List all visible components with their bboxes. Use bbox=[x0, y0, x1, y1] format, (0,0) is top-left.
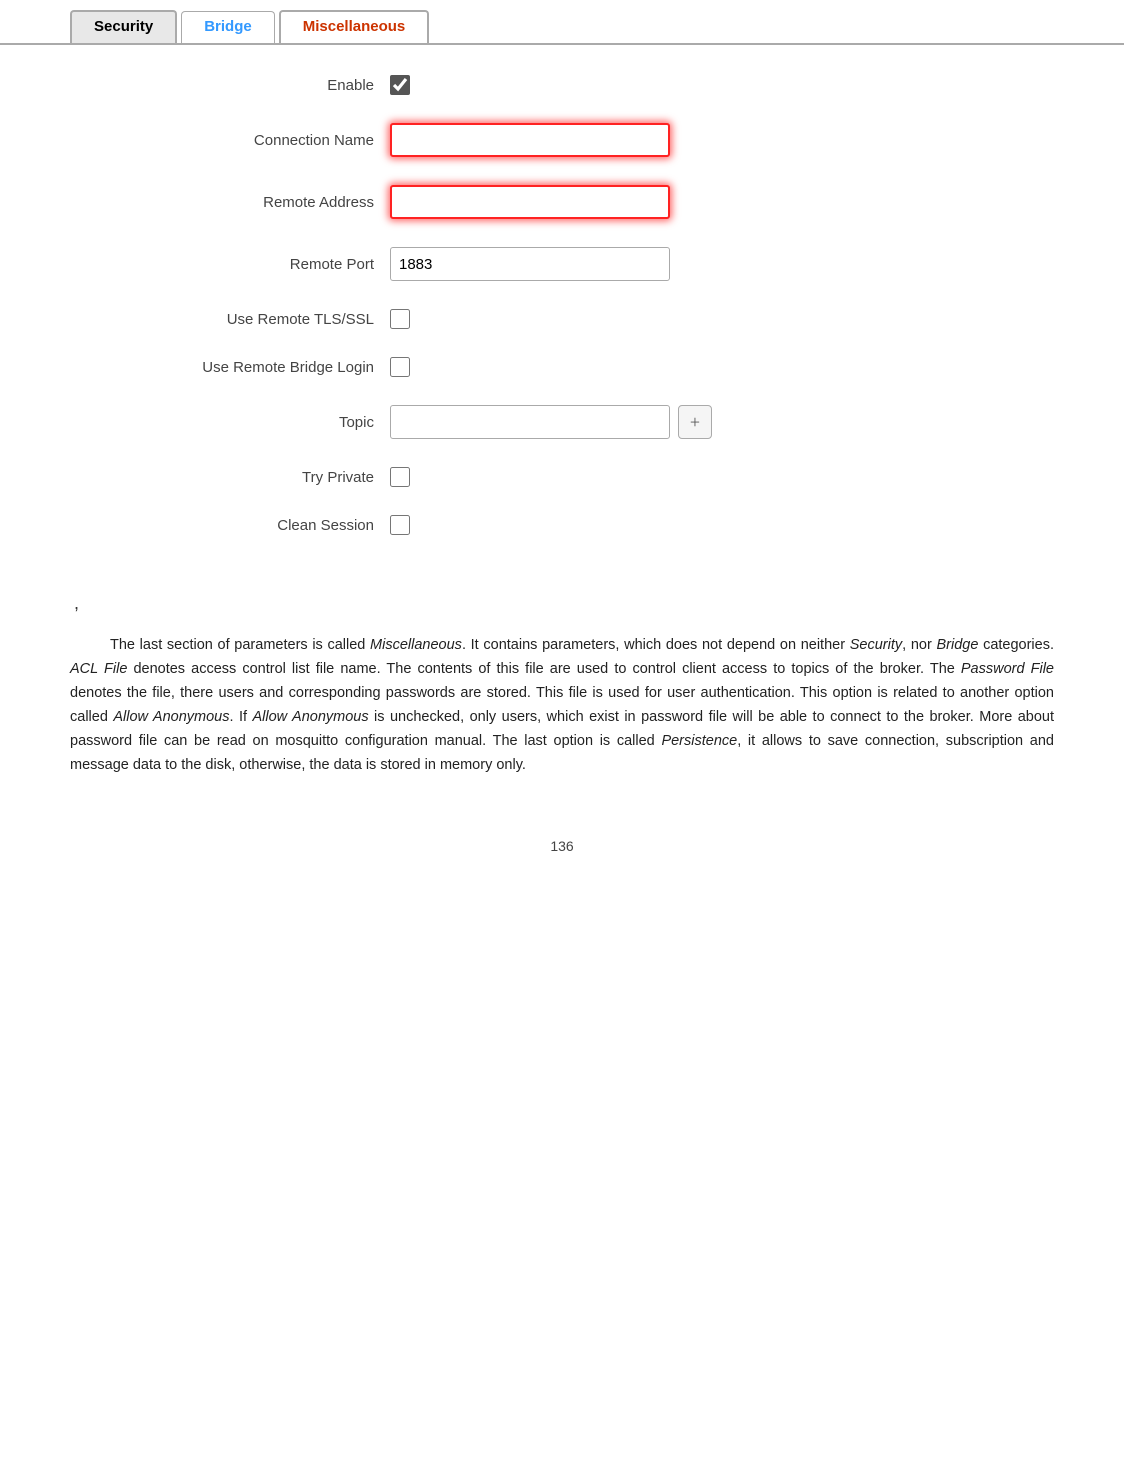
label-try-private: Try Private bbox=[70, 469, 390, 486]
form-area: Enable Connection Name Remote Address Re… bbox=[0, 45, 1124, 593]
input-topic[interactable] bbox=[390, 405, 670, 439]
input-connection-name[interactable] bbox=[390, 123, 670, 157]
form-row-remote-port: Remote Port bbox=[70, 247, 1054, 281]
control-try-private bbox=[390, 467, 410, 487]
control-connection-name bbox=[390, 123, 670, 157]
add-topic-button[interactable]: + bbox=[678, 405, 712, 439]
label-tls: Use Remote TLS/SSL bbox=[70, 311, 390, 328]
tab-miscellaneous[interactable]: Miscellaneous bbox=[279, 10, 430, 43]
control-remote-port bbox=[390, 247, 670, 281]
control-bridge-login bbox=[390, 357, 410, 377]
form-row-try-private: Try Private bbox=[70, 467, 1054, 487]
input-remote-address[interactable] bbox=[390, 185, 670, 219]
tab-bridge[interactable]: Bridge bbox=[181, 11, 275, 43]
plus-icon: + bbox=[690, 412, 700, 433]
body-text-area: The last section of parameters is called… bbox=[0, 624, 1124, 798]
checkbox-bridge-login[interactable] bbox=[390, 357, 410, 377]
tab-bar: Security Bridge Miscellaneous bbox=[0, 0, 1124, 45]
checkbox-try-private[interactable] bbox=[390, 467, 410, 487]
label-connection-name: Connection Name bbox=[70, 132, 390, 149]
checkbox-enable[interactable] bbox=[390, 75, 410, 95]
label-enable: Enable bbox=[70, 77, 390, 94]
control-clean-session bbox=[390, 515, 410, 535]
input-remote-port[interactable] bbox=[390, 247, 670, 281]
label-remote-port: Remote Port bbox=[70, 256, 390, 273]
form-row-topic: Topic + bbox=[70, 405, 1054, 439]
tab-security[interactable]: Security bbox=[70, 10, 177, 43]
form-row-connection-name: Connection Name bbox=[70, 123, 1054, 157]
comma-separator: , bbox=[0, 593, 1124, 624]
checkbox-clean-session[interactable] bbox=[390, 515, 410, 535]
form-row-clean-session: Clean Session bbox=[70, 515, 1054, 535]
control-remote-address bbox=[390, 185, 670, 219]
label-topic: Topic bbox=[70, 414, 390, 431]
form-row-bridge-login: Use Remote Bridge Login bbox=[70, 357, 1054, 377]
form-row-remote-address: Remote Address bbox=[70, 185, 1054, 219]
control-topic: + bbox=[390, 405, 712, 439]
label-clean-session: Clean Session bbox=[70, 517, 390, 534]
form-row-tls: Use Remote TLS/SSL bbox=[70, 309, 1054, 329]
control-enable bbox=[390, 75, 410, 95]
body-paragraph: The last section of parameters is called… bbox=[70, 634, 1054, 778]
control-tls bbox=[390, 309, 410, 329]
form-row-enable: Enable bbox=[70, 75, 1054, 95]
label-bridge-login: Use Remote Bridge Login bbox=[70, 359, 390, 376]
label-remote-address: Remote Address bbox=[70, 194, 390, 211]
checkbox-tls[interactable] bbox=[390, 309, 410, 329]
page-number: 136 bbox=[0, 838, 1124, 874]
